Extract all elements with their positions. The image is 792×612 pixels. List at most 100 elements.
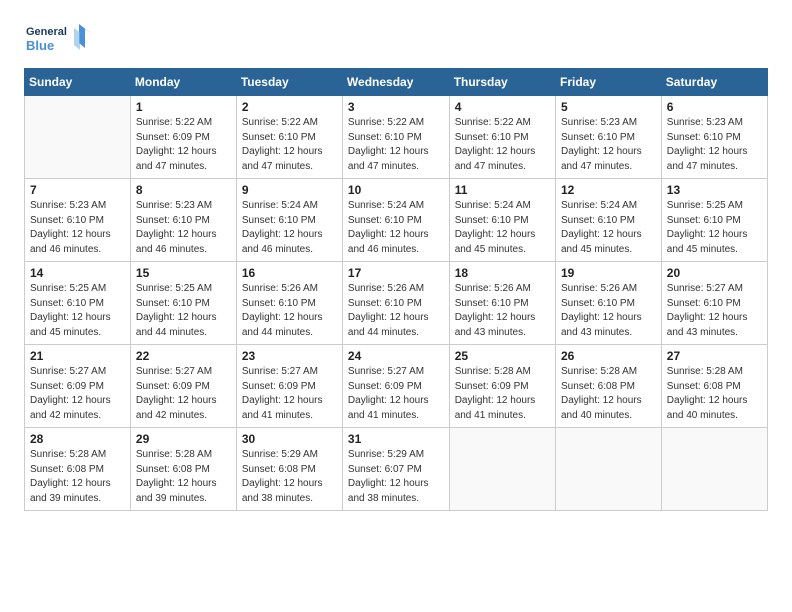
day-number: 9	[242, 183, 337, 197]
calendar-week-row: 1 Sunrise: 5:22 AM Sunset: 6:09 PM Daylig…	[25, 96, 768, 179]
day-number: 28	[30, 432, 125, 446]
calendar-cell: 7 Sunrise: 5:23 AM Sunset: 6:10 PM Daylig…	[25, 179, 131, 262]
calendar-cell: 28 Sunrise: 5:28 AM Sunset: 6:08 PM Dayli…	[25, 428, 131, 511]
calendar-week-row: 7 Sunrise: 5:23 AM Sunset: 6:10 PM Daylig…	[25, 179, 768, 262]
logo: General Blue	[24, 20, 94, 56]
day-info: Sunrise: 5:23 AM Sunset: 6:10 PM Dayligh…	[30, 199, 125, 257]
day-info: Sunrise: 5:24 AM Sunset: 6:10 PM Dayligh…	[242, 199, 337, 257]
day-info: Sunrise: 5:24 AM Sunset: 6:10 PM Dayligh…	[348, 199, 444, 257]
day-number: 25	[455, 349, 550, 363]
calendar-cell	[661, 428, 767, 511]
day-number: 27	[667, 349, 762, 363]
day-number: 12	[561, 183, 656, 197]
calendar-cell: 23Sunrise: 5:27 AM Sunset: 6:09 PM Dayli…	[236, 345, 342, 428]
day-info: Sunrise: 5:22 AM Sunset: 6:09 PM Dayligh…	[136, 116, 231, 174]
day-number: 2	[242, 100, 337, 114]
calendar-body: 1 Sunrise: 5:22 AM Sunset: 6:09 PM Daylig…	[25, 96, 768, 511]
day-info: Sunrise: 5:26 AM Sunset: 6:10 PM Dayligh…	[455, 282, 550, 340]
day-info: Sunrise: 5:22 AM Sunset: 6:10 PM Dayligh…	[455, 116, 550, 174]
day-info: Sunrise: 5:28 AM Sunset: 6:09 PM Dayligh…	[455, 365, 550, 423]
day-number: 21	[30, 349, 125, 363]
calendar-cell: 16 Sunrise: 5:26 AM Sunset: 6:10 PM Dayli…	[236, 262, 342, 345]
calendar-cell: 22Sunrise: 5:27 AM Sunset: 6:09 PM Dayli…	[130, 345, 236, 428]
day-number: 10	[348, 183, 444, 197]
logo-svg: General Blue	[24, 20, 94, 56]
day-number: 23	[242, 349, 337, 363]
calendar-cell: 19 Sunrise: 5:26 AM Sunset: 6:10 PM Dayli…	[555, 262, 661, 345]
day-info: Sunrise: 5:26 AM Sunset: 6:10 PM Dayligh…	[242, 282, 337, 340]
day-info: Sunrise: 5:27 AM Sunset: 6:09 PM Dayligh…	[348, 365, 444, 423]
day-info: Sunrise: 5:29 AM Sunset: 6:08 PM Dayligh…	[242, 448, 337, 506]
calendar-cell: 3Sunrise: 5:22 AM Sunset: 6:10 PM Daylig…	[342, 96, 449, 179]
weekday-header: Monday	[130, 69, 236, 96]
weekday-header: Wednesday	[342, 69, 449, 96]
weekday-header: Thursday	[449, 69, 555, 96]
day-number: 22	[136, 349, 231, 363]
calendar-table: SundayMondayTuesdayWednesdayThursdayFrid…	[24, 68, 768, 511]
day-number: 5	[561, 100, 656, 114]
day-info: Sunrise: 5:22 AM Sunset: 6:10 PM Dayligh…	[242, 116, 337, 174]
day-number: 29	[136, 432, 231, 446]
calendar-week-row: 28 Sunrise: 5:28 AM Sunset: 6:08 PM Dayli…	[25, 428, 768, 511]
day-info: Sunrise: 5:25 AM Sunset: 6:10 PM Dayligh…	[30, 282, 125, 340]
day-number: 1	[136, 100, 231, 114]
day-number: 26	[561, 349, 656, 363]
day-number: 31	[348, 432, 444, 446]
day-info: Sunrise: 5:25 AM Sunset: 6:10 PM Dayligh…	[667, 199, 762, 257]
calendar-cell: 18 Sunrise: 5:26 AM Sunset: 6:10 PM Dayli…	[449, 262, 555, 345]
day-info: Sunrise: 5:23 AM Sunset: 6:10 PM Dayligh…	[667, 116, 762, 174]
calendar-cell: 24Sunrise: 5:27 AM Sunset: 6:09 PM Dayli…	[342, 345, 449, 428]
page-header: General Blue	[24, 20, 768, 56]
day-info: Sunrise: 5:24 AM Sunset: 6:10 PM Dayligh…	[561, 199, 656, 257]
svg-text:Blue: Blue	[26, 38, 54, 53]
svg-text:General: General	[26, 26, 67, 38]
day-number: 19	[561, 266, 656, 280]
day-info: Sunrise: 5:26 AM Sunset: 6:10 PM Dayligh…	[561, 282, 656, 340]
calendar-cell: 5 Sunrise: 5:23 AM Sunset: 6:10 PM Daylig…	[555, 96, 661, 179]
calendar-cell: 14 Sunrise: 5:25 AM Sunset: 6:10 PM Dayli…	[25, 262, 131, 345]
day-info: Sunrise: 5:28 AM Sunset: 6:08 PM Dayligh…	[561, 365, 656, 423]
calendar-cell: 11Sunrise: 5:24 AM Sunset: 6:10 PM Dayli…	[449, 179, 555, 262]
calendar-cell: 8Sunrise: 5:23 AM Sunset: 6:10 PM Daylig…	[130, 179, 236, 262]
weekday-header: Tuesday	[236, 69, 342, 96]
calendar-cell: 31 Sunrise: 5:29 AM Sunset: 6:07 PM Dayli…	[342, 428, 449, 511]
calendar-week-row: 14 Sunrise: 5:25 AM Sunset: 6:10 PM Dayli…	[25, 262, 768, 345]
day-info: Sunrise: 5:29 AM Sunset: 6:07 PM Dayligh…	[348, 448, 444, 506]
day-number: 14	[30, 266, 125, 280]
calendar-week-row: 21 Sunrise: 5:27 AM Sunset: 6:09 PM Dayli…	[25, 345, 768, 428]
day-info: Sunrise: 5:23 AM Sunset: 6:10 PM Dayligh…	[561, 116, 656, 174]
day-info: Sunrise: 5:28 AM Sunset: 6:08 PM Dayligh…	[136, 448, 231, 506]
calendar-cell: 13Sunrise: 5:25 AM Sunset: 6:10 PM Dayli…	[661, 179, 767, 262]
calendar-cell: 12 Sunrise: 5:24 AM Sunset: 6:10 PM Dayli…	[555, 179, 661, 262]
calendar-cell: 6 Sunrise: 5:23 AM Sunset: 6:10 PM Daylig…	[661, 96, 767, 179]
day-number: 18	[455, 266, 550, 280]
day-number: 6	[667, 100, 762, 114]
day-info: Sunrise: 5:27 AM Sunset: 6:10 PM Dayligh…	[667, 282, 762, 340]
calendar-cell: 2 Sunrise: 5:22 AM Sunset: 6:10 PM Daylig…	[236, 96, 342, 179]
day-number: 17	[348, 266, 444, 280]
day-info: Sunrise: 5:25 AM Sunset: 6:10 PM Dayligh…	[136, 282, 231, 340]
weekday-header: Friday	[555, 69, 661, 96]
weekday-header: Sunday	[25, 69, 131, 96]
calendar-cell: 25 Sunrise: 5:28 AM Sunset: 6:09 PM Dayli…	[449, 345, 555, 428]
day-number: 16	[242, 266, 337, 280]
day-number: 3	[348, 100, 444, 114]
day-number: 4	[455, 100, 550, 114]
calendar-cell: 30 Sunrise: 5:29 AM Sunset: 6:08 PM Dayli…	[236, 428, 342, 511]
calendar-cell: 1 Sunrise: 5:22 AM Sunset: 6:09 PM Daylig…	[130, 96, 236, 179]
calendar-cell: 21 Sunrise: 5:27 AM Sunset: 6:09 PM Dayli…	[25, 345, 131, 428]
day-number: 8	[136, 183, 231, 197]
day-info: Sunrise: 5:26 AM Sunset: 6:10 PM Dayligh…	[348, 282, 444, 340]
day-info: Sunrise: 5:27 AM Sunset: 6:09 PM Dayligh…	[30, 365, 125, 423]
calendar-cell	[449, 428, 555, 511]
calendar-cell: 17 Sunrise: 5:26 AM Sunset: 6:10 PM Dayli…	[342, 262, 449, 345]
calendar-header-row: SundayMondayTuesdayWednesdayThursdayFrid…	[25, 69, 768, 96]
calendar-cell: 9 Sunrise: 5:24 AM Sunset: 6:10 PM Daylig…	[236, 179, 342, 262]
calendar-cell	[555, 428, 661, 511]
day-info: Sunrise: 5:28 AM Sunset: 6:08 PM Dayligh…	[667, 365, 762, 423]
day-number: 30	[242, 432, 337, 446]
day-number: 7	[30, 183, 125, 197]
day-number: 11	[455, 183, 550, 197]
day-info: Sunrise: 5:28 AM Sunset: 6:08 PM Dayligh…	[30, 448, 125, 506]
day-number: 20	[667, 266, 762, 280]
